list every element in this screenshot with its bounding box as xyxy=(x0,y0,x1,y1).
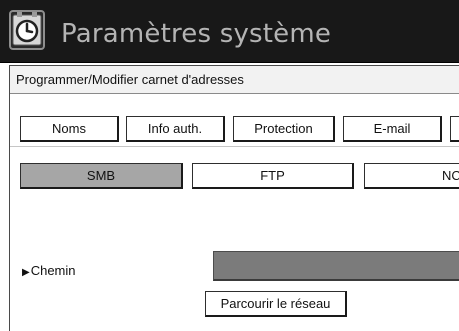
protocol-smb-button[interactable]: SMB xyxy=(20,163,183,189)
window-title: Paramètres système xyxy=(61,19,332,49)
tab-next[interactable] xyxy=(450,116,459,142)
title-bar: Paramètres système xyxy=(0,0,459,63)
tab-protection[interactable]: Protection xyxy=(233,116,335,142)
address-book-panel: Programmer/Modifier carnet d'adresses No… xyxy=(9,65,459,331)
path-label-text: Chemin xyxy=(30,263,76,278)
screen: Paramètres système Programmer/Modifier c… xyxy=(0,0,459,331)
triangle-right-icon: ▶ xyxy=(22,267,30,278)
tab-info-auth[interactable]: Info auth. xyxy=(126,116,225,142)
browse-network-button[interactable]: Parcourir le réseau xyxy=(205,291,347,317)
path-label: ▶Chemin xyxy=(22,263,76,278)
protocol-ncp-button[interactable]: NCP xyxy=(364,163,459,189)
path-input[interactable] xyxy=(213,251,459,281)
protocol-ftp-button[interactable]: FTP xyxy=(192,163,354,189)
panel-heading-text: Programmer/Modifier carnet d'adresses xyxy=(16,72,244,87)
tab-noms[interactable]: Noms xyxy=(20,116,119,142)
tab-e-mail[interactable]: E-mail xyxy=(343,116,442,142)
clock-settings-icon xyxy=(9,10,45,50)
separator xyxy=(10,146,459,147)
panel-heading: Programmer/Modifier carnet d'adresses xyxy=(10,66,459,94)
